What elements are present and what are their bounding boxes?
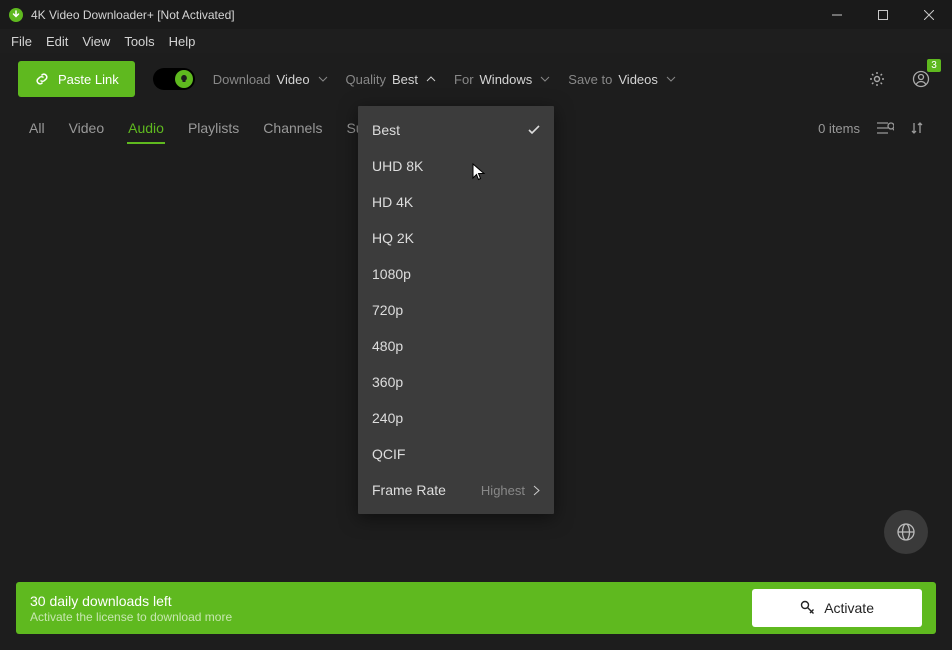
for-option[interactable]: For Windows: [454, 72, 550, 87]
dd-option-label: Best: [372, 122, 400, 138]
tab-all[interactable]: All: [28, 114, 46, 142]
dd-option-label: HQ 2K: [372, 230, 414, 246]
toolbar: Paste Link Download Video Quality Best F…: [0, 53, 952, 105]
dd-option[interactable]: 720p: [358, 292, 554, 328]
download-value: Video: [277, 72, 310, 87]
globe-icon: [896, 522, 916, 542]
dd-option-label: 1080p: [372, 266, 411, 282]
title-bar: 4K Video Downloader+ [Not Activated]: [0, 0, 952, 29]
maximize-button[interactable]: [860, 0, 906, 29]
dd-option[interactable]: HD 4K: [358, 184, 554, 220]
for-label: For: [454, 72, 474, 87]
dd-option-label: 360p: [372, 374, 403, 390]
menu-file[interactable]: File: [4, 32, 39, 51]
account-button[interactable]: 3: [908, 66, 934, 92]
dd-option-label: 720p: [372, 302, 403, 318]
menu-tools[interactable]: Tools: [117, 32, 161, 51]
paste-link-label: Paste Link: [58, 72, 119, 87]
dd-option[interactable]: 480p: [358, 328, 554, 364]
dd-option[interactable]: UHD 8K: [358, 148, 554, 184]
app-icon: [8, 7, 24, 23]
sort-button[interactable]: [910, 121, 924, 135]
dd-option-label: 480p: [372, 338, 403, 354]
tab-audio[interactable]: Audio: [127, 114, 165, 142]
minimize-button[interactable]: [814, 0, 860, 29]
dd-option[interactable]: HQ 2K: [358, 220, 554, 256]
check-icon: [528, 125, 540, 135]
quality-dropdown: Best UHD 8K HD 4K HQ 2K 1080p 720p 480p 360p 240…: [358, 106, 554, 514]
for-value: Windows: [480, 72, 533, 87]
notification-badge: 3: [927, 59, 941, 72]
user-icon: [912, 70, 930, 88]
frame-rate-label: Frame Rate: [372, 482, 446, 498]
activation-banner: 30 daily downloads left Activate the lic…: [16, 582, 936, 634]
chevron-right-icon: [533, 485, 540, 496]
activate-button[interactable]: Activate: [752, 589, 922, 627]
settings-button[interactable]: [864, 66, 890, 92]
download-label: Download: [213, 72, 271, 87]
gear-icon: [868, 70, 886, 88]
chevron-down-icon: [540, 76, 550, 82]
dd-option-label: QCIF: [372, 446, 405, 462]
menu-help[interactable]: Help: [162, 32, 203, 51]
link-icon: [34, 71, 50, 87]
tab-channels[interactable]: Channels: [262, 114, 323, 142]
menu-edit[interactable]: Edit: [39, 32, 75, 51]
key-icon: [800, 600, 816, 616]
activate-label: Activate: [824, 600, 874, 616]
dd-frame-rate[interactable]: Frame Rate Highest: [358, 472, 554, 508]
dd-option[interactable]: 240p: [358, 400, 554, 436]
saveto-option[interactable]: Save to Videos: [568, 72, 676, 87]
chevron-down-icon: [666, 76, 676, 82]
tab-video[interactable]: Video: [68, 114, 106, 142]
quality-option[interactable]: Quality Best: [346, 72, 436, 87]
quality-value: Best: [392, 72, 418, 87]
download-option[interactable]: Download Video: [213, 72, 328, 87]
bulb-icon: [179, 74, 189, 84]
saveto-label: Save to: [568, 72, 612, 87]
smart-mode-toggle[interactable]: [153, 68, 195, 90]
menu-bar: File Edit View Tools Help: [0, 29, 952, 53]
dd-option-label: HD 4K: [372, 194, 413, 210]
dd-option[interactable]: QCIF: [358, 436, 554, 472]
banner-title: 30 daily downloads left: [30, 593, 232, 609]
web-button[interactable]: [884, 510, 928, 554]
tab-playlists[interactable]: Playlists: [187, 114, 240, 142]
chevron-down-icon: [318, 76, 328, 82]
dd-option-label: 240p: [372, 410, 403, 426]
saveto-value: Videos: [618, 72, 658, 87]
dd-option[interactable]: 360p: [358, 364, 554, 400]
banner-subtitle: Activate the license to download more: [30, 610, 232, 624]
window-title: 4K Video Downloader+ [Not Activated]: [31, 8, 235, 22]
search-filter-button[interactable]: [876, 121, 894, 135]
dd-option[interactable]: 1080p: [358, 256, 554, 292]
paste-link-button[interactable]: Paste Link: [18, 61, 135, 97]
items-count: 0 items: [818, 121, 860, 136]
frame-rate-value: Highest: [481, 483, 525, 498]
quality-label: Quality: [346, 72, 386, 87]
chevron-up-icon: [426, 76, 436, 82]
close-button[interactable]: [906, 0, 952, 29]
dd-option-label: UHD 8K: [372, 158, 423, 174]
dd-option[interactable]: Best: [358, 112, 554, 148]
menu-view[interactable]: View: [75, 32, 117, 51]
